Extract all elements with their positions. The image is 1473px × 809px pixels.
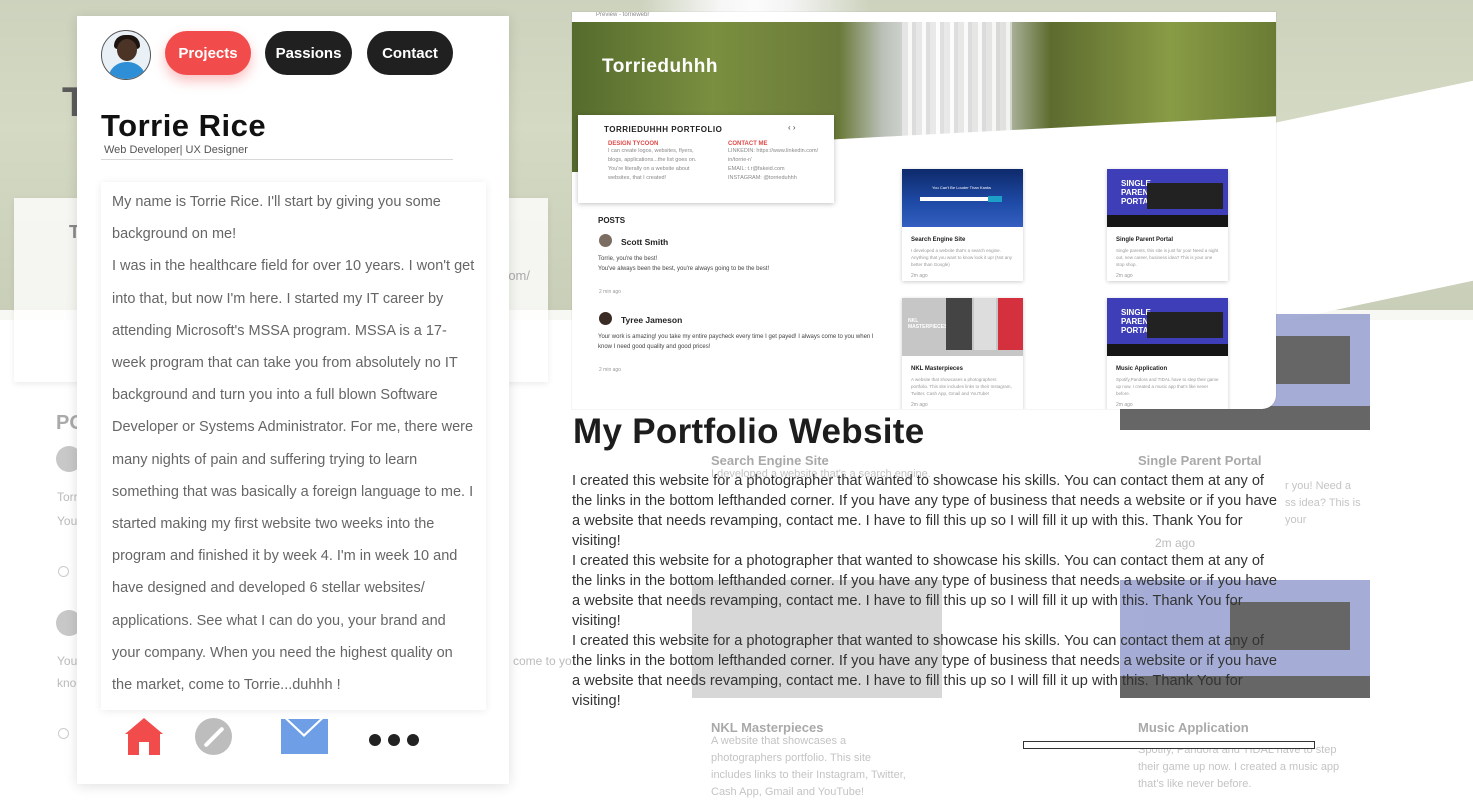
- preview-post-author: Tyree Jameson: [621, 315, 683, 325]
- preview-col-line: blogs, applications...the list goes on.: [608, 157, 697, 163]
- preview-tile: SINGLE PARENT PORTAL Single Parent Porta…: [1107, 169, 1228, 281]
- avatar: [599, 312, 612, 325]
- preview-tile-desc: I developed a website that's a search en…: [911, 248, 1013, 267]
- preview-post-text: Your work is amazing! you take my entire…: [598, 334, 874, 340]
- compass-icon[interactable]: [195, 716, 235, 756]
- preview-col-line: INSTAGRAM: @torrieduhhh: [728, 175, 797, 181]
- preview-post-time: 2 min ago: [599, 367, 621, 373]
- preview-posts-label: POSTS: [598, 216, 626, 225]
- preview-window-title: Preview - torriewebr: [596, 12, 650, 18]
- background-tile-desc: A website that showcases a photographers…: [711, 735, 906, 798]
- preview-tile-time: 2m ago: [911, 402, 928, 408]
- background-tile-desc: r you! Need a ss idea? This is your: [1285, 480, 1361, 526]
- background-post-text: You: [57, 654, 78, 668]
- more-icon[interactable]: [369, 734, 419, 748]
- preview-card-arrows: ‹ ›: [788, 123, 796, 132]
- preview-col-line: websites, that I created!: [608, 175, 667, 181]
- portfolio-description: I created this website for a photographe…: [572, 471, 1282, 711]
- preview-col-line: in/torrie-r/: [728, 157, 752, 163]
- preview-col-line: You're literally on a website about: [608, 166, 690, 172]
- profile-role: Web Developer| UX Designer: [104, 144, 248, 156]
- profile-panel: Projects Passions Contact Torrie Rice We…: [77, 16, 509, 784]
- home-icon[interactable]: [125, 716, 165, 756]
- preview-tile-label: Music Application: [1116, 366, 1168, 372]
- preview-col-line: EMAIL: t.r@fakeid.com: [728, 166, 785, 172]
- preview-post-author: Scott Smith: [621, 237, 669, 247]
- divider: [101, 159, 453, 160]
- preview-window-bar: Preview - torriewebr: [572, 12, 1276, 22]
- preview-post-text: You've always been the best, you're alwa…: [598, 266, 770, 272]
- preview-tile: You Can't Be Louder Than Kanks Search En…: [902, 169, 1023, 281]
- background-post-text: Torr: [57, 490, 78, 504]
- background-tile-desc: Spotify, Pandora and TIDAL have to step …: [1138, 744, 1340, 790]
- preview-tile-label: Single Parent Portal: [1116, 237, 1174, 243]
- contact-button[interactable]: Contact: [367, 31, 453, 75]
- background-tile-label: Single Parent Portal: [1138, 453, 1262, 468]
- preview-tile-label: NKL Masterpieces: [911, 366, 963, 372]
- preview-tile-desc: Single parents, this site is just for yo…: [1116, 248, 1219, 267]
- avatar[interactable]: [101, 30, 151, 80]
- preview-card-col1: DESIGN TYCOON I can create logos, websit…: [608, 141, 708, 183]
- background-card-text: om/: [508, 268, 530, 283]
- projects-button[interactable]: Projects: [165, 31, 251, 75]
- portfolio-paragraph: I created this website for a photographe…: [572, 633, 1277, 709]
- preview-tile-desc: A website that showcases a photographers…: [911, 377, 1012, 396]
- background-post-text: You: [57, 514, 78, 528]
- preview-post-text: know I need good quality and good prices…: [598, 344, 711, 350]
- preview-tile-label: Search Engine Site: [911, 237, 966, 243]
- bio-paragraph: I was in the healthcare field for over 1…: [112, 258, 475, 694]
- preview-tile-desc: Spotify,Pandora and TIDAL have to step t…: [1116, 377, 1219, 396]
- preview-site-title: Torrieduhhh: [602, 56, 718, 77]
- preview-post-text: Torrie, you're the best!: [598, 256, 658, 262]
- preview-tile: NKL MASTERPIECES NKL Masterpieces A webs…: [902, 298, 1023, 409]
- preview-tile-time: 2m ago: [1116, 402, 1133, 408]
- portfolio-paragraph: I created this website for a photographe…: [572, 473, 1277, 549]
- clock-icon: [58, 728, 69, 739]
- preview-tile-time: 2m ago: [1116, 273, 1133, 279]
- bio-card: My name is Torrie Rice. I'll start by gi…: [101, 182, 486, 710]
- profile-name: Torrie Rice: [101, 108, 267, 143]
- clock-icon: [58, 566, 69, 577]
- passions-button[interactable]: Passions: [265, 31, 352, 75]
- portfolio-paragraph: I created this website for a photographe…: [572, 553, 1277, 629]
- mail-icon[interactable]: [281, 716, 328, 756]
- preview-col-line: I can create logos, websites, flyers,: [608, 148, 694, 154]
- background-post-text: come to yo: [513, 654, 572, 668]
- avatar: [599, 234, 612, 247]
- preview-card-heading: TORRIEDUHHH PORTFOLIO: [604, 125, 723, 134]
- bottom-nav: [77, 716, 509, 766]
- background-tile-label: Music Application: [1138, 720, 1249, 735]
- bio-paragraph: My name is Torrie Rice. I'll start by gi…: [112, 194, 441, 243]
- preview-info-card: TORRIEDUHHH PORTFOLIO ‹ › DESIGN TYCOON …: [578, 115, 834, 203]
- preview-card-col2: CONTACT ME LINKEDIN: https://www.linkedi…: [728, 141, 832, 183]
- website-preview-image[interactable]: Preview - torriewebr Torrieduhhh TORRIED…: [572, 12, 1276, 409]
- preview-tile: SINGLE PARENT PORTAL Music Application S…: [1107, 298, 1228, 409]
- preview-col-line: LINKEDIN: https://www.linkedin.com/: [728, 148, 819, 154]
- horizontal-scrollbar[interactable]: [1023, 741, 1315, 749]
- preview-tile-time: 2m ago: [911, 273, 928, 279]
- background-post-text: kno: [57, 676, 77, 690]
- portfolio-title: My Portfolio Website: [573, 412, 925, 451]
- preview-post-time: 2 min ago: [599, 289, 621, 295]
